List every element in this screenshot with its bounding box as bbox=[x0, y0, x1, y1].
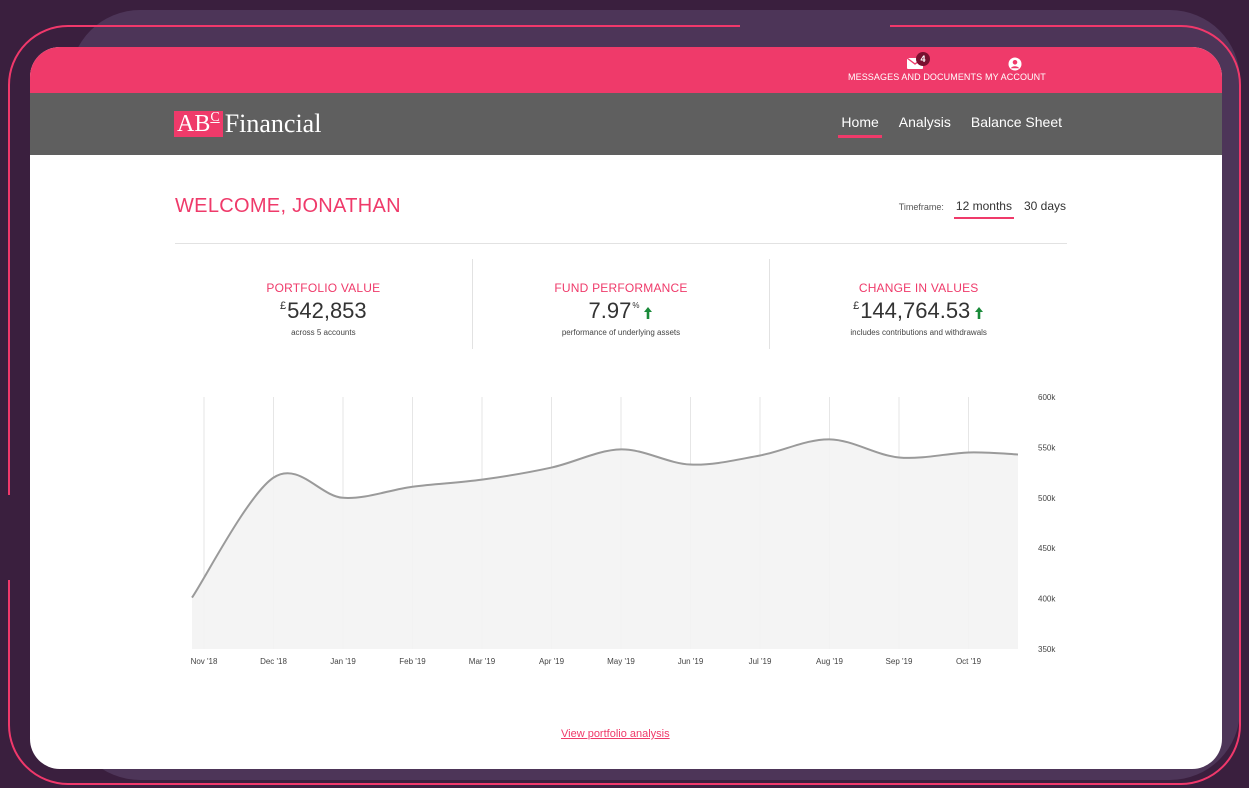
trend-up-icon bbox=[975, 307, 984, 319]
y-tick-label: 350k bbox=[1038, 645, 1056, 654]
x-tick-label: Oct '19 bbox=[956, 657, 982, 666]
x-tick-label: Aug '19 bbox=[816, 657, 843, 666]
top-bar: 4 MESSAGES AND DOCUMENTS MY ACCOUNT bbox=[30, 47, 1222, 93]
nav-home[interactable]: Home bbox=[838, 114, 883, 138]
currency-symbol: £ bbox=[853, 300, 860, 312]
stat-caption: includes contributions and withdrawals bbox=[850, 328, 987, 337]
stat-number: 7.97 bbox=[588, 298, 632, 323]
y-tick-label: 600k bbox=[1038, 393, 1056, 402]
x-tick-label: Sep '19 bbox=[886, 657, 913, 666]
logo-text: Financial bbox=[224, 109, 322, 138]
stat-value: 7.97 % bbox=[589, 298, 654, 324]
stat-label: FUND PERFORMANCE bbox=[554, 281, 688, 295]
frame-gap bbox=[740, 20, 890, 30]
stat-fund-performance: FUND PERFORMANCE 7.97 % performance of u… bbox=[473, 259, 771, 349]
x-tick-label: May '19 bbox=[607, 657, 635, 666]
stats-row: PORTFOLIO VALUE £ 542,853 across 5 accou… bbox=[175, 259, 1067, 349]
divider bbox=[175, 243, 1067, 244]
messages-link[interactable]: 4 MESSAGES AND DOCUMENTS bbox=[848, 52, 983, 82]
x-tick-label: Jul '19 bbox=[749, 657, 772, 666]
page-title: WELCOME, JONATHAN bbox=[175, 195, 401, 217]
logo-mark-sup: C bbox=[210, 110, 220, 125]
frame-gap bbox=[0, 495, 16, 580]
stat-number: 542,853 bbox=[287, 298, 367, 323]
brand-logo[interactable]: AB C Financial bbox=[174, 109, 321, 139]
timeframe-30-days[interactable]: 30 days bbox=[1024, 199, 1066, 213]
portfolio-chart: Nov '18 Dec '18 Jan '19 Feb '19 Mar '19 Apr '… bbox=[191, 393, 1057, 666]
my-account-link[interactable]: MY ACCOUNT bbox=[985, 57, 1046, 82]
stat-change-in-values: CHANGE IN VALUES £ 144,764.53 includes c… bbox=[770, 259, 1067, 349]
x-tick-label: Dec '18 bbox=[260, 657, 287, 666]
messages-label: MESSAGES AND DOCUMENTS bbox=[848, 72, 983, 82]
chart-area bbox=[192, 439, 1018, 649]
stat-number: 144,764.53 bbox=[860, 298, 971, 323]
currency-symbol: £ bbox=[280, 300, 287, 312]
stat-value: £ 542,853 bbox=[280, 298, 367, 324]
timeframe-12-months[interactable]: 12 months bbox=[953, 199, 1015, 219]
x-tick-label: Mar '19 bbox=[469, 657, 496, 666]
timeframe-label: Timeframe: bbox=[898, 202, 944, 212]
trend-up-icon bbox=[644, 307, 653, 319]
timeframe-selector: Timeframe: 12 months 30 days bbox=[898, 199, 1066, 219]
percent-sign: % bbox=[632, 301, 640, 310]
nav-links: Home Analysis Balance Sheet bbox=[838, 114, 1062, 138]
nav-balance-sheet[interactable]: Balance Sheet bbox=[971, 114, 1062, 136]
nav-analysis[interactable]: Analysis bbox=[899, 114, 951, 136]
y-tick-label: 450k bbox=[1038, 544, 1056, 553]
logo-mark: AB C bbox=[174, 111, 223, 137]
view-portfolio-analysis-link[interactable]: View portfolio analysis bbox=[561, 728, 670, 740]
y-tick-label: 550k bbox=[1038, 443, 1056, 452]
x-tick-label: Nov '18 bbox=[191, 657, 218, 666]
logo-mark-text: AB bbox=[177, 111, 211, 137]
messages-badge: 4 bbox=[916, 52, 931, 66]
x-tick-label: Jun '19 bbox=[678, 657, 704, 666]
user-circle-icon bbox=[1008, 57, 1022, 71]
stat-label: CHANGE IN VALUES bbox=[858, 281, 979, 295]
main-navbar: AB C Financial Home Analysis Balance Shee… bbox=[30, 93, 1222, 155]
x-tick-label: Apr '19 bbox=[539, 657, 565, 666]
y-tick-label: 500k bbox=[1038, 494, 1056, 503]
stat-portfolio-value: PORTFOLIO VALUE £ 542,853 across 5 accou… bbox=[175, 259, 473, 349]
app-window: 4 MESSAGES AND DOCUMENTS MY ACCOUNT AB C … bbox=[30, 47, 1222, 769]
y-tick-label: 400k bbox=[1038, 595, 1056, 604]
stat-label: PORTFOLIO VALUE bbox=[266, 281, 381, 295]
x-tick-label: Jan '19 bbox=[330, 657, 356, 666]
stat-caption: across 5 accounts bbox=[291, 328, 356, 337]
stat-caption: performance of underlying assets bbox=[561, 328, 681, 337]
stat-value: £ 144,764.53 bbox=[853, 298, 984, 324]
x-tick-label: Feb '19 bbox=[399, 657, 426, 666]
my-account-label: MY ACCOUNT bbox=[985, 72, 1046, 82]
